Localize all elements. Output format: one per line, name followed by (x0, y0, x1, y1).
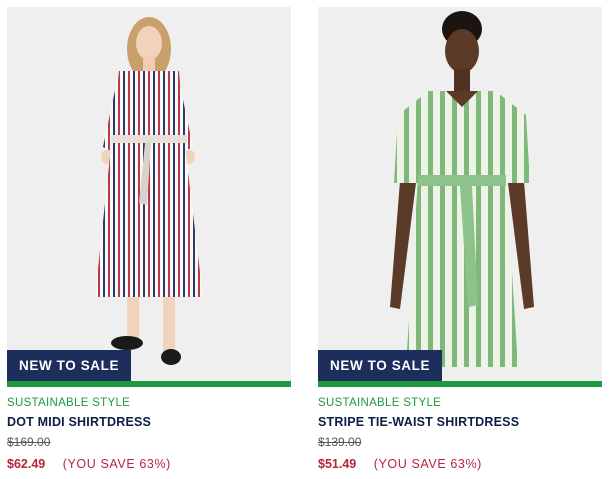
product-card[interactable]: NEW TO SALE SUSTAINABLE STYLE STRIPE TIE… (318, 7, 602, 471)
product-eyebrow: SUSTAINABLE STYLE (7, 397, 131, 409)
product-image[interactable]: NEW TO SALE (318, 7, 602, 381)
product-image[interactable]: NEW TO SALE (7, 7, 291, 381)
accent-bar (7, 381, 291, 387)
savings-text: (YOU SAVE 63%) (62, 457, 171, 471)
product-title[interactable]: DOT MIDI SHIRTDRESS (7, 415, 291, 429)
sale-price: $62.49 (7, 457, 46, 471)
product-card[interactable]: NEW TO SALE SUSTAINABLE STYLE DOT MIDI S… (7, 7, 291, 471)
model-dot-dress-image (95, 17, 203, 365)
model-stripe-dress-image (390, 11, 534, 367)
product-title[interactable]: STRIPE TIE-WAIST SHIRTDRESS (318, 415, 602, 429)
price-row: $51.49 (YOU SAVE 63%) (318, 457, 602, 471)
price-row: $62.49 (YOU SAVE 63%) (7, 457, 291, 471)
savings-text: (YOU SAVE 63%) (373, 457, 482, 471)
product-eyebrow: SUSTAINABLE STYLE (318, 397, 442, 409)
sale-price: $51.49 (318, 457, 357, 471)
accent-bar (318, 381, 602, 387)
original-price: $169.00 (7, 435, 51, 449)
new-to-sale-badge: NEW TO SALE (318, 350, 443, 381)
new-to-sale-badge: NEW TO SALE (7, 350, 132, 381)
original-price: $139.00 (318, 435, 362, 449)
